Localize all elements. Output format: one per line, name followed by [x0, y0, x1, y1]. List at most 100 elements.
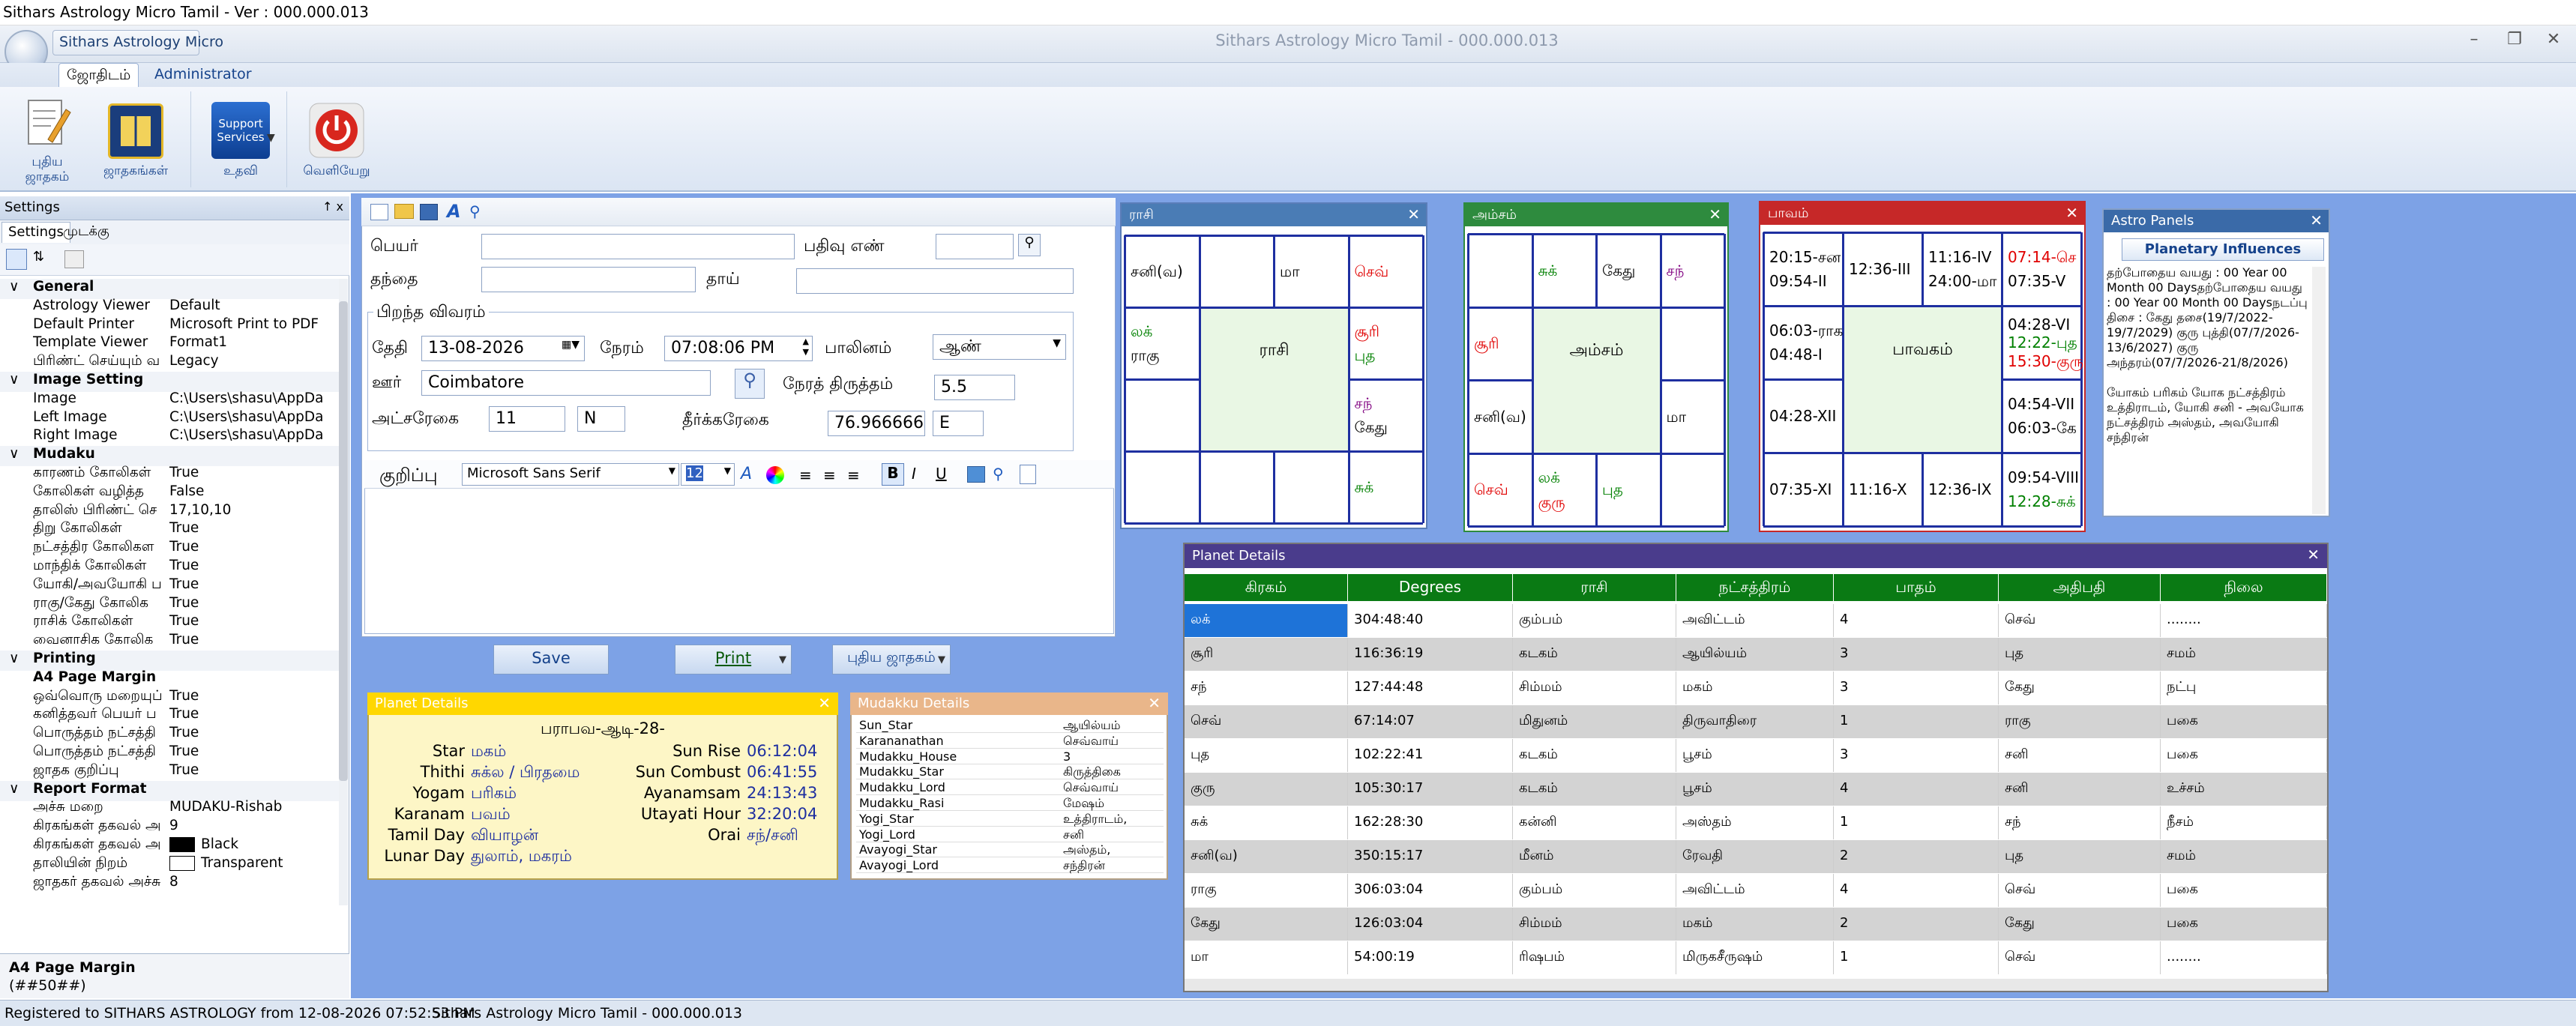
place-search-icon[interactable]: ⚲ — [735, 369, 765, 399]
property-row[interactable]: ஜாதக குறிப்பு True — [0, 762, 339, 782]
property-row[interactable]: திறு கோலிகள் True — [0, 520, 339, 540]
save-disk-icon[interactable] — [420, 204, 438, 220]
property-row[interactable]: ராசிக் கோலிகள் True — [0, 613, 339, 633]
restore-button[interactable]: ❐ — [2500, 30, 2530, 52]
property-row[interactable]: தாலிஸ் பிரிண்ட் செ 17,10,10 — [0, 502, 339, 522]
property-value[interactable]: C:\Users\shasu\AppDa — [169, 390, 339, 406]
chevron-down-icon[interactable]: ▼ — [1053, 337, 1061, 349]
close-icon[interactable]: ✕ — [2065, 204, 2078, 222]
table-row[interactable]: கேது 126:03:04 சிம்மம் மகம் 2 கேது பகை — [1185, 908, 2327, 941]
font-name-select[interactable]: Microsoft Sans Serif ▼ — [462, 463, 679, 486]
sort-alpha-icon[interactable]: ⇅ — [33, 249, 44, 265]
tab-mudakku[interactable]: முடக்கு — [57, 222, 115, 243]
font-size-select[interactable]: 12 ▼ — [681, 463, 735, 486]
property-category[interactable]: ∨ Printing — [0, 651, 339, 671]
time-picker[interactable]: 07:08:06 PM ▲ ▼ — [664, 336, 813, 361]
collapse-icon[interactable]: ∨ — [9, 781, 19, 797]
property-row[interactable]: A4 Page Margin — [0, 669, 339, 689]
date-picker[interactable]: 13-08-2026 ▦▼ — [421, 336, 585, 361]
collapse-icon[interactable]: ∨ — [9, 372, 19, 387]
font-icon[interactable]: A — [447, 201, 461, 222]
new-dropdown-icon[interactable]: ▼ — [938, 654, 945, 666]
property-value[interactable]: True — [169, 595, 339, 611]
property-row[interactable]: கனித்தவர் பெயர் ப True — [0, 706, 339, 726]
collapse-icon[interactable]: ∨ — [9, 651, 19, 666]
property-row[interactable]: Template Viewer Format1 — [0, 334, 339, 354]
table-column-header[interactable]: Degrees — [1348, 574, 1513, 601]
property-value[interactable]: True — [169, 465, 339, 480]
property-row[interactable]: காரணம் கோலிகள் True — [0, 465, 339, 485]
tab-jothidam[interactable]: ஜோதிடம் — [58, 63, 139, 87]
property-row[interactable]: கிரகங்கள் தகவல் அ 9 — [0, 818, 339, 838]
time-spinner-icon[interactable]: ▲ ▼ — [803, 337, 809, 357]
table-row[interactable]: லக் 304:48:40 கும்பம் அவிட்டம் 4 செவ்........ — [1185, 604, 2327, 637]
chevron-down-icon[interactable]: ▼ — [669, 465, 675, 476]
property-row[interactable]: நட்சத்திர கோலிகள True — [0, 539, 339, 559]
property-row[interactable]: பொருத்தம் நட்சத்தி True — [0, 743, 339, 764]
table-row[interactable]: குரு 105:30:17 கடகம் பூசம் 4 சனி உச்சம் — [1185, 773, 2327, 806]
property-row[interactable]: ராகு/கேது கோலிக True — [0, 595, 339, 615]
property-value[interactable]: MUDAKU-Rishab — [169, 799, 339, 815]
name-input[interactable] — [481, 234, 795, 259]
property-row[interactable]: Image C:\Users\shasu\AppDa — [0, 390, 339, 411]
property-row[interactable]: பொருத்தம் நட்சத்தி True — [0, 725, 339, 745]
property-value[interactable]: False — [169, 483, 339, 499]
property-value[interactable]: Microsoft Print to PDF — [169, 316, 339, 332]
property-row[interactable]: Left Image C:\Users\shasu\AppDa — [0, 409, 339, 429]
new-horoscope-button[interactable]: புதிய ஜாதகம் — [6, 91, 88, 187]
property-row[interactable]: ஒவ்வொரு மறையுப் True — [0, 688, 339, 708]
property-row[interactable]: மாந்திக் கோலிகள் True — [0, 558, 339, 578]
horoscopes-button[interactable]: ஜாதகங்கள் — [91, 91, 180, 187]
reg-no-input[interactable] — [936, 234, 1014, 259]
table-column-header[interactable]: அதிபதி — [1999, 574, 2161, 601]
calendar-dropdown-icon[interactable]: ▦▼ — [562, 339, 580, 351]
reg-search-icon[interactable]: ⚲ — [1018, 234, 1041, 256]
table-row[interactable]: சுக் 162:28:30 கன்னி அஸ்தம் 1 சந் நீசம் — [1185, 806, 2327, 839]
property-row[interactable]: பிரிண்ட் செய்யும் வ Legacy — [0, 353, 339, 373]
property-grid-scrollbar[interactable] — [339, 279, 348, 905]
table-row[interactable]: புத 102:22:41 கடகம் பூசம் 3 சனி பகை — [1185, 739, 2327, 772]
property-value[interactable]: True — [169, 706, 339, 722]
property-row[interactable]: Default Printer Microsoft Print to PDF — [0, 316, 339, 337]
property-pages-icon[interactable] — [64, 250, 84, 268]
astro-scrollbar[interactable] — [2312, 267, 2326, 514]
font-color-icon[interactable]: A — [741, 465, 752, 483]
property-value[interactable]: Format1 — [169, 334, 339, 350]
table-row[interactable]: சூரி 116:36:19 கடகம் ஆயில்யம் 3 புத சமம் — [1185, 638, 2327, 671]
pin-close-icon[interactable]: ↑ x — [322, 199, 343, 214]
align-right-icon[interactable]: ≡ — [847, 466, 860, 484]
father-input[interactable] — [481, 267, 696, 292]
property-category[interactable]: ∨ Image Setting — [0, 372, 339, 392]
longitude-input[interactable]: 76.9666667 — [828, 411, 925, 436]
latitude-input[interactable]: 11 — [489, 406, 565, 432]
exit-button[interactable]: வெளியேறு — [294, 91, 379, 187]
color-picker-icon[interactable] — [766, 466, 784, 484]
timezone-input[interactable]: 5.5 — [934, 375, 1015, 400]
chevron-down-icon[interactable]: ▼ — [724, 465, 731, 476]
help-dropdown-icon[interactable]: ▼ — [267, 132, 275, 144]
close-icon[interactable]: ✕ — [818, 694, 831, 712]
property-row[interactable]: வைனாசிக கோலிக True — [0, 632, 339, 652]
table-row[interactable]: சந் 127:44:48 சிம்மம் மகம் 3 கேது நட்பு — [1185, 672, 2327, 704]
collapse-icon[interactable]: ∨ — [9, 279, 19, 295]
property-row[interactable]: Astrology Viewer Default — [0, 298, 339, 318]
property-value[interactable]: True — [169, 762, 339, 778]
property-row[interactable]: அச்சு மறை MUDAKU-Rishab — [0, 799, 339, 819]
table-horizontal-scrollbar[interactable] — [1185, 979, 2327, 991]
property-value[interactable]: Legacy — [169, 353, 339, 369]
categorized-icon[interactable] — [6, 249, 27, 270]
table-column-header[interactable]: நிலை — [2161, 574, 2327, 601]
new-icon[interactable] — [370, 204, 388, 220]
property-category[interactable]: ∨ General — [0, 279, 339, 299]
property-value[interactable]: True — [169, 539, 339, 555]
property-value[interactable]: Default — [169, 298, 339, 313]
save-button[interactable]: Save — [493, 645, 609, 675]
search-icon[interactable]: ⚲ — [469, 202, 481, 220]
mother-input[interactable] — [796, 268, 1074, 294]
close-icon[interactable]: ✕ — [1148, 694, 1161, 712]
table-row[interactable]: செவ் 67:14:07 மிதுனம் திருவாதிரை 1 ராகு பகை — [1185, 705, 2327, 738]
table-row[interactable]: மா 54:00:19 ரிஷபம் மிருகசீருஷம் 1 செவ்.......… — [1185, 941, 2327, 974]
property-value[interactable]: 9 — [169, 818, 339, 833]
close-icon[interactable]: ✕ — [1709, 205, 1721, 223]
property-category[interactable]: ∨ Mudaku — [0, 446, 339, 467]
